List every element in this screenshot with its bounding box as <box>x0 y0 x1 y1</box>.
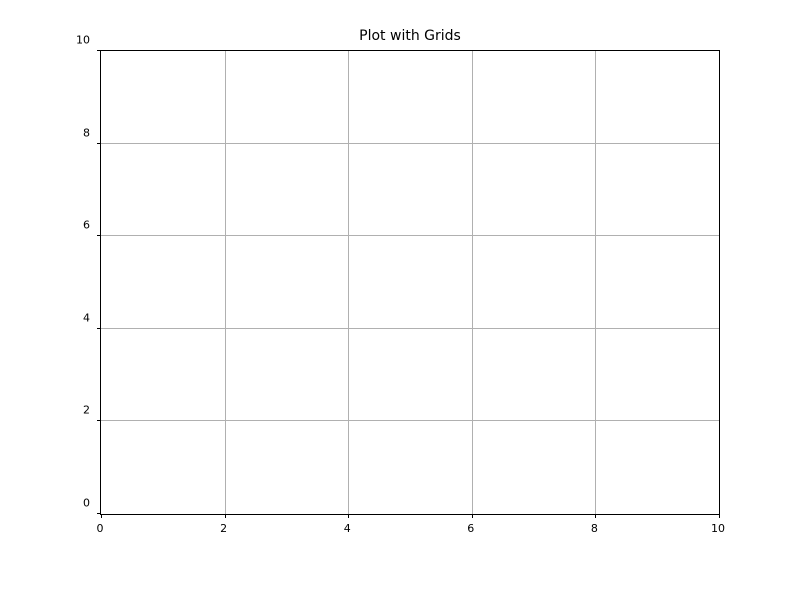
grid-line-h <box>101 328 719 329</box>
tick-y <box>97 328 101 329</box>
ytick-label: 6 <box>83 219 90 232</box>
tick-x <box>595 514 596 518</box>
plot-area <box>100 50 720 515</box>
xtick-label: 2 <box>220 522 227 535</box>
ytick-label: 0 <box>83 497 90 510</box>
grid-line-v <box>472 51 473 514</box>
xtick-label: 8 <box>591 522 598 535</box>
grid-line-v <box>348 51 349 514</box>
tick-x <box>472 514 473 518</box>
grid-line-h <box>101 420 719 421</box>
tick-x <box>719 514 720 518</box>
grid-line-v <box>225 51 226 514</box>
tick-y <box>97 50 101 51</box>
tick-y <box>97 513 101 514</box>
tick-x <box>225 514 226 518</box>
grid-line-h <box>101 143 719 144</box>
tick-x <box>348 514 349 518</box>
tick-y <box>97 235 101 236</box>
ytick-label: 4 <box>83 311 90 324</box>
tick-x <box>101 514 102 518</box>
ytick-label: 8 <box>83 126 90 139</box>
xtick-label: 4 <box>344 522 351 535</box>
tick-y <box>97 143 101 144</box>
grid-line-v <box>595 51 596 514</box>
chart-title: Plot with Grids <box>100 28 720 44</box>
ytick-label: 10 <box>76 34 90 47</box>
xtick-label: 0 <box>97 522 104 535</box>
grid-line-h <box>101 235 719 236</box>
tick-y <box>97 420 101 421</box>
xtick-label: 10 <box>711 522 725 535</box>
ytick-label: 2 <box>83 404 90 417</box>
chart-container: 0 2 4 6 8 10 0 2 4 6 8 10 <box>100 50 720 515</box>
xtick-label: 6 <box>467 522 474 535</box>
